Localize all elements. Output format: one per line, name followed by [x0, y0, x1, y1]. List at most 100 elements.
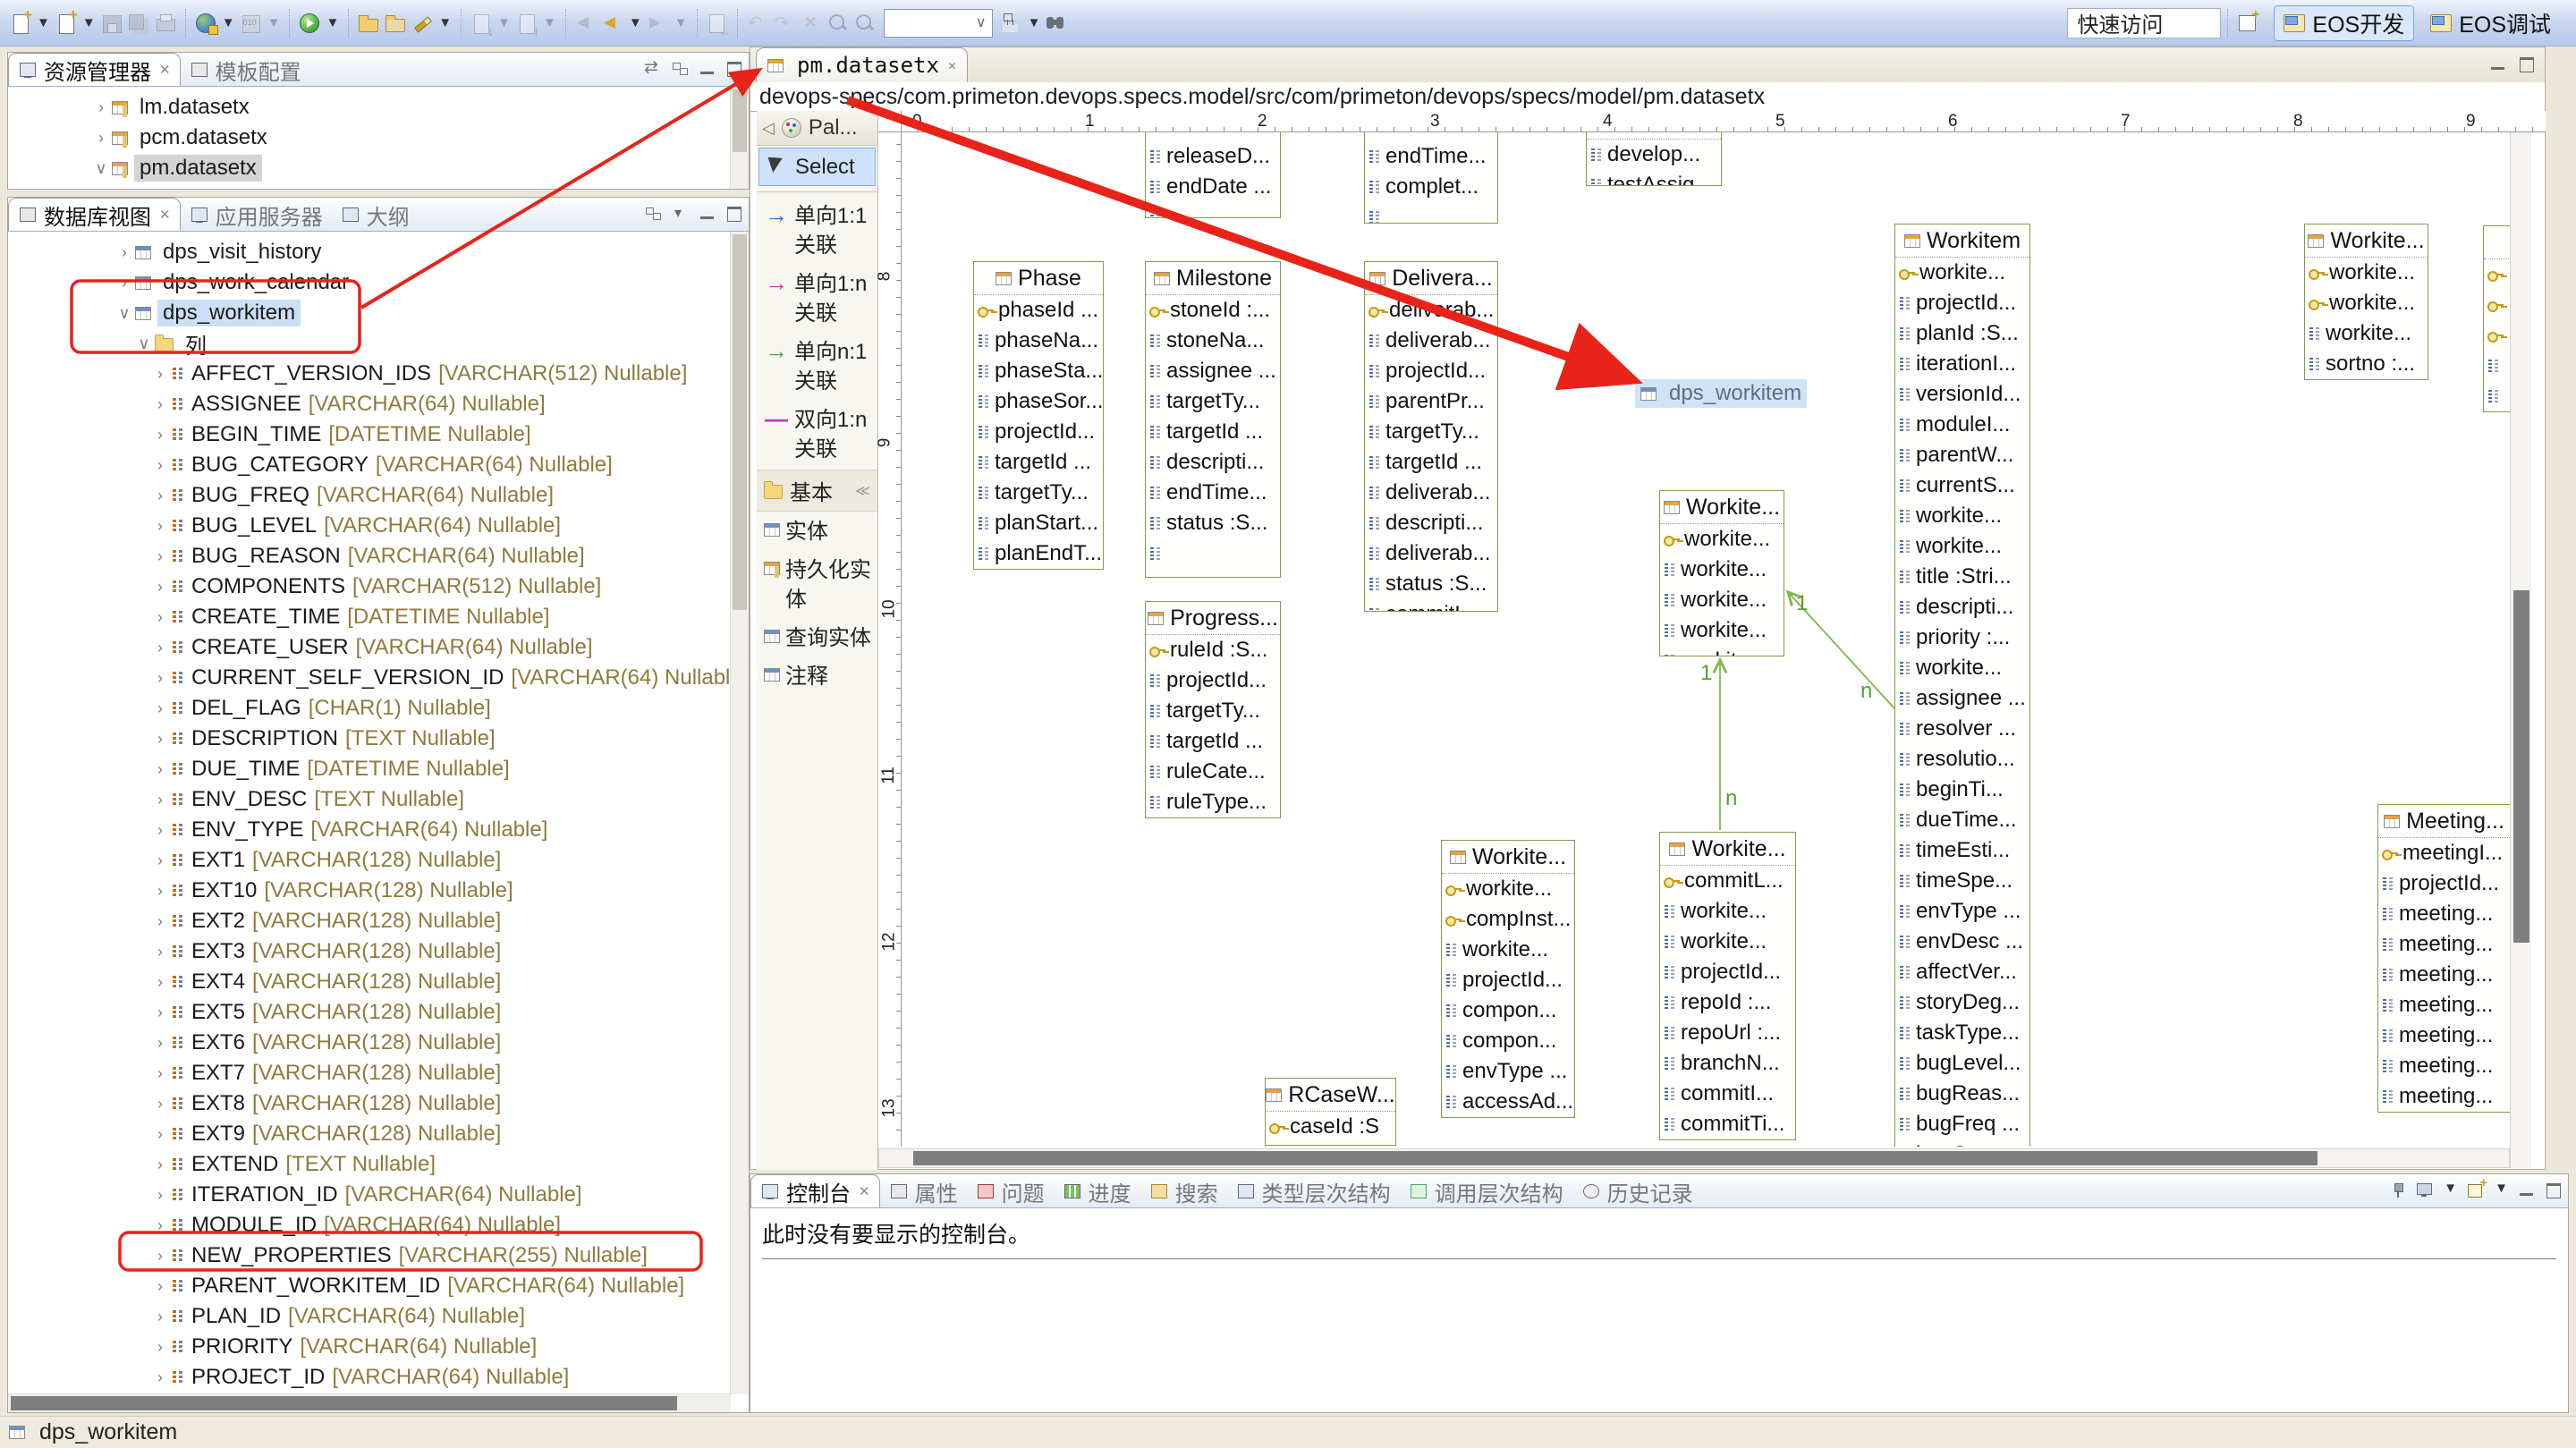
entity-attribute[interactable]: targetId ... [1146, 726, 1280, 757]
entity-attribute[interactable]: planId :S... [1895, 318, 2029, 349]
hier-icon[interactable] [1000, 12, 1023, 35]
entity-attribute[interactable]: workite... [1660, 585, 1784, 615]
folder2-icon[interactable] [384, 12, 407, 35]
column-item-EXT2[interactable]: ›EXT2[VARCHAR(128) Nullable] [8, 906, 749, 936]
dropdown-arrow[interactable]: ▼ [222, 15, 235, 30]
pin-icon[interactable]: ≪ [855, 482, 870, 500]
entity-attribute[interactable]: status :S... [1146, 508, 1280, 538]
entity-attribute[interactable]: descripti... [1146, 447, 1280, 478]
column-item-ENV_DESC[interactable]: ›ENV_DESC[TEXT Nullable] [8, 784, 749, 815]
entity-attribute[interactable]: meeting... [2378, 899, 2510, 929]
tree-expander-icon[interactable]: › [149, 1125, 171, 1144]
column-item-PROJECT_ID[interactable]: ›PROJECT_ID[VARCHAR(64) Nullable] [8, 1362, 749, 1393]
entity-attribute[interactable]: endTime... [1365, 141, 1497, 172]
entity-attribute[interactable]: meeting... [2378, 1051, 2510, 1081]
backy-icon[interactable] [601, 12, 624, 35]
palette-tool-实体[interactable]: 实体 [758, 513, 876, 550]
column-item-EXT4[interactable]: ›EXT4[VARCHAR(128) Nullable] [8, 967, 749, 997]
tree-expander-icon[interactable]: › [149, 669, 171, 688]
tree-expander-icon[interactable]: › [149, 487, 171, 505]
tree-expander-icon[interactable]: › [90, 98, 112, 117]
minimize-icon[interactable] [697, 59, 718, 79]
entity-attribute[interactable]: dueTime... [1895, 805, 2029, 835]
tree-expander-icon[interactable]: › [149, 608, 171, 627]
entity-attribute[interactable]: planEndT... [974, 538, 1103, 569]
tree-expander-icon[interactable]: › [149, 547, 171, 566]
entity-workitem[interactable]: Workitemworkite...projectId...planId :S.… [1894, 224, 2030, 1147]
tab-搜索[interactable]: 搜索 [1140, 1175, 1227, 1207]
tree-expander-icon[interactable]: › [149, 760, 171, 779]
entity-attribute[interactable]: timeEsti... [1895, 835, 2029, 866]
entity-attribute[interactable]: projectId... [1365, 356, 1497, 386]
column-item-BUG_CATEGORY[interactable]: ›BUG_CATEGORY[VARCHAR(64) Nullable] [8, 450, 749, 480]
entity-attribute[interactable]: endDate ... [1146, 172, 1280, 202]
palette-group-基本[interactable]: 基本≪ [757, 470, 877, 512]
column-item-EXT9[interactable]: ›EXT9[VARCHAR(128) Nullable] [8, 1119, 749, 1149]
entity-attribute[interactable]: priority :... [1895, 622, 2029, 653]
column-item-ASSIGNEE[interactable]: ›ASSIGNEE[VARCHAR(64) Nullable] [8, 389, 749, 419]
entity-attribute[interactable]: taskType... [1895, 1018, 2029, 1048]
entity-attribute[interactable] [1146, 202, 1280, 218]
tree-expander-icon[interactable]: › [149, 1156, 171, 1174]
tree-expander-icon[interactable]: › [114, 274, 135, 292]
entity-attribute[interactable]: deliverab... [1365, 478, 1497, 508]
column-item-BUG_LEVEL[interactable]: ›BUG_LEVEL[VARCHAR(64) Nullable] [8, 511, 749, 541]
entity-attribute[interactable]: assignee ... [1146, 356, 1280, 386]
column-item-AFFECT_VERSION_IDS[interactable]: ›AFFECT_VERSION_IDS[VARCHAR(512) Nullabl… [8, 359, 749, 389]
entity-attribute[interactable]: workite... [1660, 555, 1784, 585]
editor-tab-pm-datasetx[interactable]: pm.datasetx ✕ [756, 47, 968, 82]
maximize-icon[interactable] [2516, 55, 2538, 74]
column-item-EXT6[interactable]: ›EXT6[VARCHAR(128) Nullable] [8, 1028, 749, 1058]
entity-attribute[interactable]: iterationI... [1895, 349, 2029, 379]
toolbar-combo[interactable] [884, 9, 993, 38]
entity-attribute[interactable]: workite... [1660, 927, 1795, 957]
palette-header[interactable]: ◁ Pal... [757, 111, 877, 146]
entity-attribute[interactable]: repoId :... [1660, 987, 1795, 1018]
tree-expander-icon[interactable]: › [149, 1338, 171, 1357]
entity-attribute[interactable]: workite... [1895, 258, 2029, 288]
entity-cut-b[interactable]: endTime...complet... [1364, 132, 1498, 224]
column-item-EXT7[interactable]: ›EXT7[VARCHAR(128) Nullable] [8, 1058, 749, 1088]
tab-问题[interactable]: 问题 [967, 1175, 1054, 1207]
palette-tool-查询实体[interactable]: 查询实体 [758, 620, 876, 656]
entity-attribute[interactable]: meeting... [2378, 990, 2510, 1020]
entity-attribute[interactable]: projectId... [1146, 665, 1280, 696]
entity-attribute[interactable]: meetingI... [2378, 838, 2510, 868]
entity-attribute[interactable]: commitI... [1660, 1079, 1795, 1109]
dropdown-arrow[interactable]: ▼ [629, 15, 642, 30]
entity-attribute[interactable]: planStart... [974, 508, 1103, 538]
entity-attribute[interactable]: descripti... [1365, 508, 1497, 538]
minimize-icon[interactable] [2516, 1181, 2538, 1200]
display-console-icon[interactable] [2414, 1181, 2436, 1200]
entity-cut-c[interactable]: develop...testAssig [1586, 132, 1722, 186]
entity-attribute[interactable]: resolver ... [1895, 714, 2029, 744]
quick-access-input[interactable]: 快速访问 [2067, 8, 2221, 38]
entity-attribute[interactable]: ruleType... [1146, 787, 1280, 817]
entity-attribute[interactable]: complet... [1365, 172, 1497, 202]
dropdown-arrow[interactable]: ▼ [1028, 15, 1041, 30]
tree-expander-icon[interactable]: › [149, 882, 171, 901]
entity-attribute[interactable] [1146, 132, 1280, 141]
column-item-BUG_REASON[interactable]: ›BUG_REASON[VARCHAR(64) Nullable] [8, 541, 749, 572]
column-item-EXT8[interactable]: ›EXT8[VARCHAR(128) Nullable] [8, 1088, 749, 1119]
palette-tool-Select[interactable]: Select [758, 148, 876, 186]
entity-attribute[interactable]: meeting... [2378, 1020, 2510, 1051]
entity-attribute[interactable] [2484, 259, 2510, 290]
tab-大纲[interactable]: 大纲 [332, 199, 419, 231]
entity-attribute[interactable]: envType ... [1895, 896, 2029, 927]
tab-调用层次结构[interactable]: 调用层次结构 [1400, 1175, 1572, 1207]
entity-wk-right[interactable]: Workite...workite...workite...workite...… [2304, 224, 2428, 380]
collapse-palette-icon[interactable]: ◁ [762, 119, 775, 138]
entity-attribute[interactable]: workite... [1895, 653, 2029, 683]
entity-attribute[interactable]: projectId... [1442, 965, 1574, 995]
minimize-icon[interactable] [697, 204, 718, 224]
tree-expander-icon[interactable]: › [149, 517, 171, 536]
open-console-icon[interactable] [2465, 1181, 2487, 1200]
entity-attribute[interactable]: workite... [1660, 896, 1795, 927]
minimize-icon[interactable] [2487, 55, 2509, 74]
tree-item-dps_work_calendar[interactable]: ›dps_work_calendar [8, 267, 749, 298]
tree-expander-icon[interactable]: ∨ [133, 334, 155, 353]
entity-attribute[interactable]: targetTy... [1146, 696, 1280, 726]
entity-attribute[interactable]: endTime... [1146, 478, 1280, 508]
entity-deliverable[interactable]: Delivera...deliverab...deliverab...proje… [1364, 261, 1498, 612]
